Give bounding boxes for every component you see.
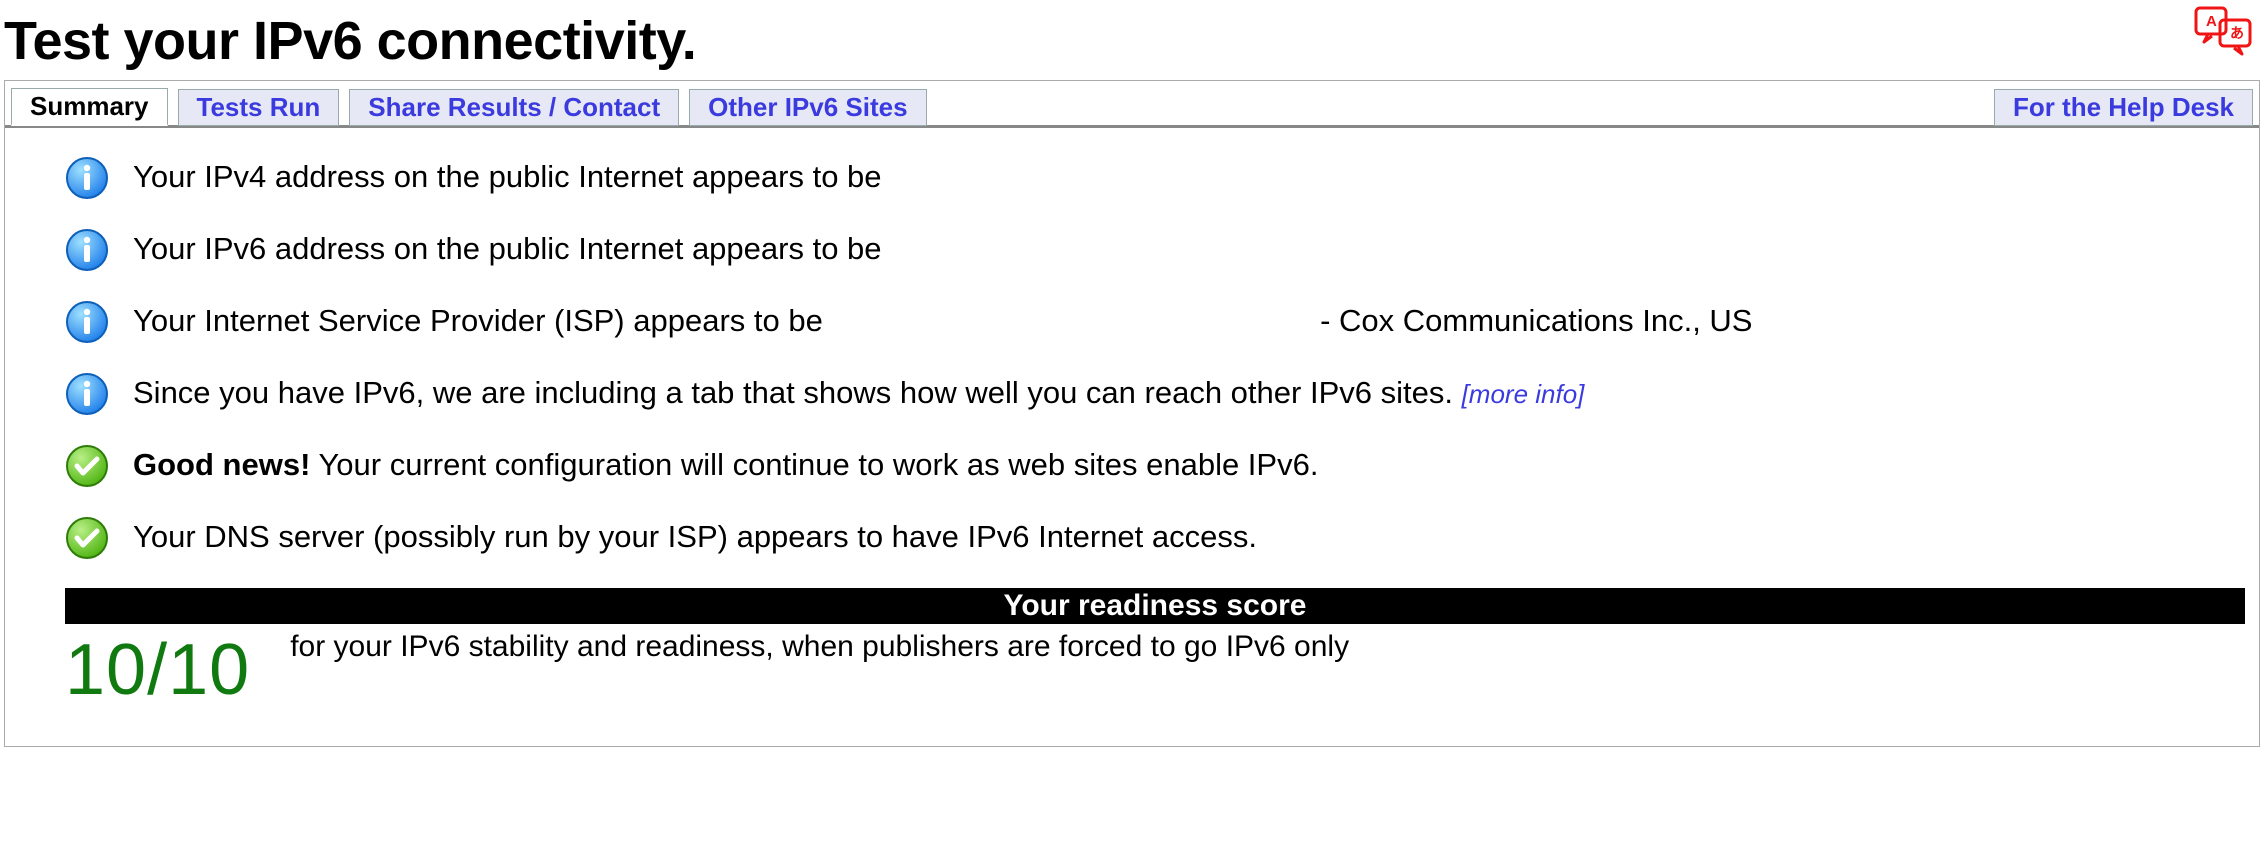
- info-icon: [65, 228, 109, 272]
- translate-icon[interactable]: A あ: [2194, 6, 2254, 61]
- result-ipv4: Your IPv4 address on the public Internet…: [133, 156, 882, 198]
- tab-tests-run[interactable]: Tests Run: [178, 89, 340, 126]
- tab-bar: Summary Tests Run Share Results / Contac…: [5, 81, 2259, 128]
- info-icon: [65, 156, 109, 200]
- score-value: 10/10: [65, 630, 250, 706]
- info-icon: [65, 300, 109, 344]
- info-icon: [65, 372, 109, 416]
- check-icon: [65, 444, 109, 488]
- isp-value: - Cox Communications Inc., US: [1320, 303, 1752, 338]
- tab-share[interactable]: Share Results / Contact: [349, 89, 679, 126]
- goodnews-text: Your current configuration will continue…: [310, 447, 1318, 482]
- score-desc: for your IPv6 stability and readiness, w…: [290, 630, 1349, 664]
- result-goodnews: Good news! Your current configuration wi…: [133, 444, 1318, 486]
- result-dns: Your DNS server (possibly run by your IS…: [133, 516, 1257, 558]
- score-header: Your readiness score: [65, 588, 2245, 624]
- result-isp: Your Internet Service Provider (ISP) app…: [133, 300, 1753, 342]
- svg-text:あ: あ: [2230, 25, 2244, 41]
- tab-helpdesk[interactable]: For the Help Desk: [1994, 89, 2253, 126]
- tab-container: Summary Tests Run Share Results / Contac…: [4, 80, 2260, 747]
- svg-text:A: A: [2206, 13, 2217, 30]
- tab-summary[interactable]: Summary: [11, 88, 168, 126]
- tabinfo-text: Since you have IPv6, we are including a …: [133, 375, 1453, 410]
- result-tabinfo: Since you have IPv6, we are including a …: [133, 372, 1584, 414]
- goodnews-bold: Good news!: [133, 447, 310, 482]
- summary-content: Your IPv4 address on the public Internet…: [5, 128, 2259, 746]
- isp-label: Your Internet Service Provider (ISP) app…: [133, 303, 823, 338]
- tab-other[interactable]: Other IPv6 Sites: [689, 89, 926, 126]
- page-title: Test your IPv6 connectivity.: [4, 10, 2260, 72]
- more-info-link[interactable]: [more info]: [1462, 379, 1585, 409]
- result-ipv6: Your IPv6 address on the public Internet…: [133, 228, 882, 270]
- check-icon: [65, 516, 109, 560]
